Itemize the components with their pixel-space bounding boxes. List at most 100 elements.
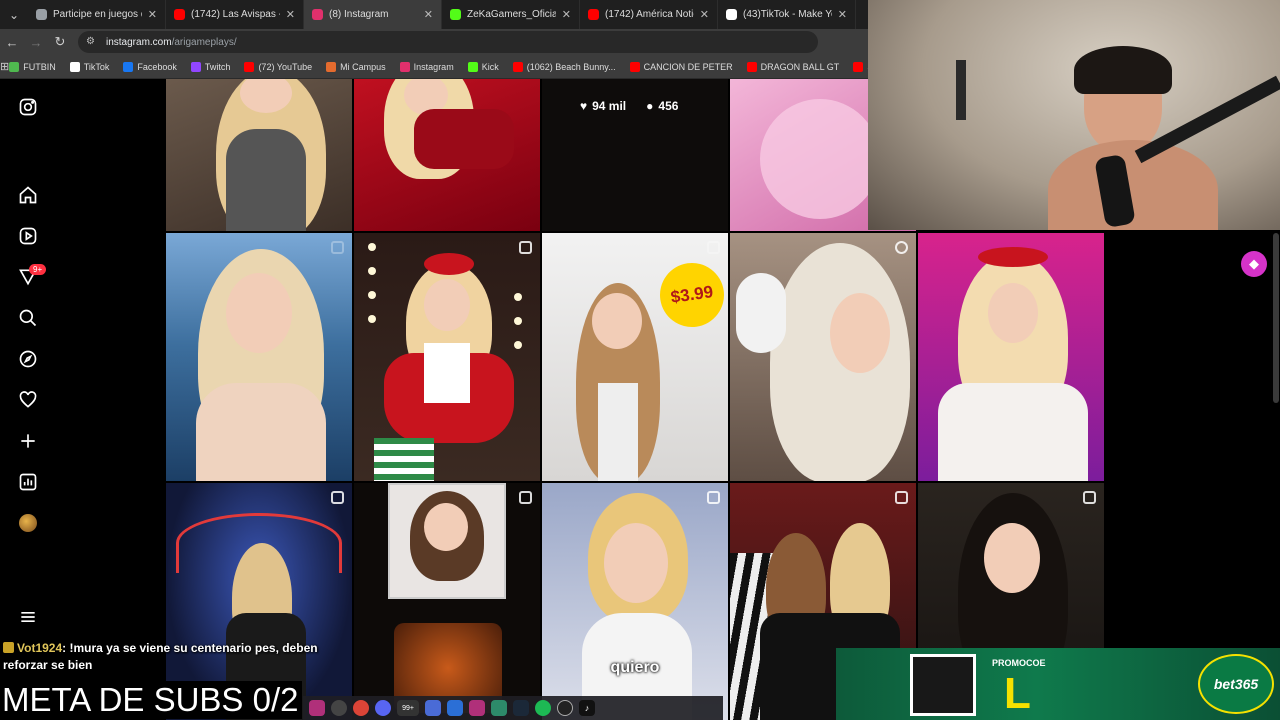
tab-favicon-icon: [588, 9, 599, 20]
tab-favicon-icon: [450, 9, 461, 20]
reel-icon: [519, 491, 532, 504]
browser-tab[interactable]: Participe en juegos de Ca ✕: [28, 0, 166, 29]
reel-icon: [519, 241, 532, 254]
instagram-logo-icon[interactable]: [17, 96, 39, 118]
reel-icon: [331, 491, 344, 504]
app-icon[interactable]: [469, 700, 485, 716]
bet365-logo: bet365: [1198, 654, 1274, 714]
home-icon[interactable]: [17, 184, 39, 206]
tab-close-icon[interactable]: ✕: [148, 8, 157, 21]
post-tile[interactable]: [166, 233, 352, 481]
bookmark-item[interactable]: Instagram: [399, 61, 454, 72]
tab-search-icon[interactable]: ⌄: [0, 0, 28, 29]
bookmark-label: (1062) Beach Bunny...: [526, 61, 616, 72]
apps-grid-icon[interactable]: ⊞: [0, 60, 9, 73]
site-info-icon[interactable]: ⚙: [86, 36, 98, 48]
bookmark-item[interactable]: TikTok: [69, 61, 110, 72]
notification-badge: 9+: [29, 264, 47, 275]
floating-extension-button[interactable]: ◆: [1241, 251, 1267, 277]
browser-tab[interactable]: (1742) Las Avispas - YouT ✕: [166, 0, 304, 29]
bookmark-item[interactable]: DRAGON BALL GT: [746, 61, 839, 72]
reels-icon[interactable]: [17, 225, 39, 247]
tab-favicon-icon: [312, 9, 323, 20]
bookmark-label: Facebook: [137, 61, 177, 72]
url-host: instagram.com: [106, 36, 172, 48]
bookmark-label: CANCION DE PETER: [643, 61, 733, 72]
post-tile[interactable]: [166, 79, 352, 231]
reload-icon[interactable]: ↻: [48, 34, 72, 50]
tab-favicon-icon: [726, 9, 737, 20]
search-icon[interactable]: [17, 307, 39, 329]
post-tile[interactable]: [354, 79, 540, 231]
bookmark-item[interactable]: Kick: [467, 61, 499, 72]
outlook-icon[interactable]: [447, 700, 463, 716]
reel-icon: [707, 491, 720, 504]
app-icon[interactable]: [309, 700, 325, 716]
tab-close-icon[interactable]: ✕: [424, 8, 433, 21]
spotify-icon[interactable]: [535, 700, 551, 716]
tiktok-icon[interactable]: ♪: [579, 700, 595, 716]
bookmark-favicon-icon: [399, 61, 410, 72]
bookmark-label: Mi Campus: [340, 61, 386, 72]
reel-icon: [1083, 491, 1096, 504]
post-tile[interactable]: [918, 233, 1104, 481]
reel-icon: [895, 241, 908, 254]
bookmark-item[interactable]: FUTBIN: [9, 61, 56, 72]
bookmark-item[interactable]: Twitch: [190, 61, 231, 72]
bookmark-item[interactable]: (1062) Beach Bunny...: [512, 61, 616, 72]
app-icon[interactable]: [557, 700, 573, 716]
dashboard-icon[interactable]: [17, 471, 39, 493]
chat-badge-icon: [3, 642, 14, 653]
chat-username: Vot1924: [17, 641, 63, 655]
bookmark-item[interactable]: Facebook: [123, 61, 177, 72]
post-tile-hovered[interactable]: ♥ 94 mil ● 456: [542, 79, 728, 231]
calculator-icon[interactable]: [425, 700, 441, 716]
browser-tab[interactable]: (43)TikTok - Make Your D ✕: [718, 0, 856, 29]
bookmark-item[interactable]: CANCION DE PETER: [629, 61, 733, 72]
explore-icon[interactable]: [17, 348, 39, 370]
post-tile[interactable]: [354, 233, 540, 481]
bookmark-favicon-icon: [9, 61, 20, 72]
post-tile[interactable]: [354, 483, 540, 720]
tab-close-icon[interactable]: ✕: [562, 8, 571, 21]
bookmark-label: Instagram: [413, 61, 454, 72]
menu-icon[interactable]: [17, 606, 39, 628]
tab-label: (1742) Las Avispas - YouT: [191, 9, 280, 20]
page-scrollbar[interactable]: [1273, 233, 1279, 403]
obs-icon[interactable]: [331, 700, 347, 716]
tab-close-icon[interactable]: ✕: [838, 8, 847, 21]
create-plus-icon[interactable]: [17, 430, 39, 452]
bet365-ad-banner: PROMOCOE L bet365: [836, 648, 1280, 720]
back-icon[interactable]: ←: [0, 35, 24, 50]
ad-promo-text: PROMOCOE: [992, 658, 1046, 668]
bookmark-favicon-icon: [244, 61, 255, 72]
post-tile[interactable]: quiero: [542, 483, 728, 720]
notification-counter-icon[interactable]: 99+: [397, 700, 419, 716]
qr-code: [910, 654, 976, 716]
tab-close-icon[interactable]: ✕: [700, 8, 709, 21]
bookmark-item[interactable]: (72) YouTube: [244, 61, 312, 72]
reel-icon: [895, 491, 908, 504]
forward-icon[interactable]: →: [24, 35, 48, 50]
price-tag: $3.99: [655, 258, 728, 332]
steam-icon[interactable]: [513, 700, 529, 716]
post-tile[interactable]: [730, 233, 916, 481]
post-tile[interactable]: $3.99: [542, 233, 728, 481]
reel-icon: [707, 241, 720, 254]
tab-close-icon[interactable]: ✕: [286, 8, 295, 21]
url-field[interactable]: ⚙ instagram.com/arigameplays/: [78, 31, 818, 53]
profile-avatar[interactable]: [17, 512, 39, 534]
chrome-icon[interactable]: [353, 700, 369, 716]
browser-tab[interactable]: (1742) América Noticias - ✕: [580, 0, 718, 29]
bookmark-label: TikTok: [83, 61, 110, 72]
bookmarks-list: FUTBIN TikTok Facebook Twitch (72) YouTube Mi…: [9, 61, 946, 72]
bookmark-item[interactable]: Mi Campus: [326, 61, 386, 72]
discord-icon[interactable]: [375, 700, 391, 716]
bookmark-favicon-icon: [190, 61, 201, 72]
notifications-heart-icon[interactable]: [17, 389, 39, 411]
browser-tab[interactable]: ZeKaGamers_Oficial Strea ✕: [442, 0, 580, 29]
post-stats: ♥ 94 mil ● 456: [580, 99, 678, 113]
app-icon[interactable]: [491, 700, 507, 716]
bookmark-label: Twitch: [204, 61, 231, 72]
browser-tab[interactable]: (8) Instagram ✕: [304, 0, 442, 29]
